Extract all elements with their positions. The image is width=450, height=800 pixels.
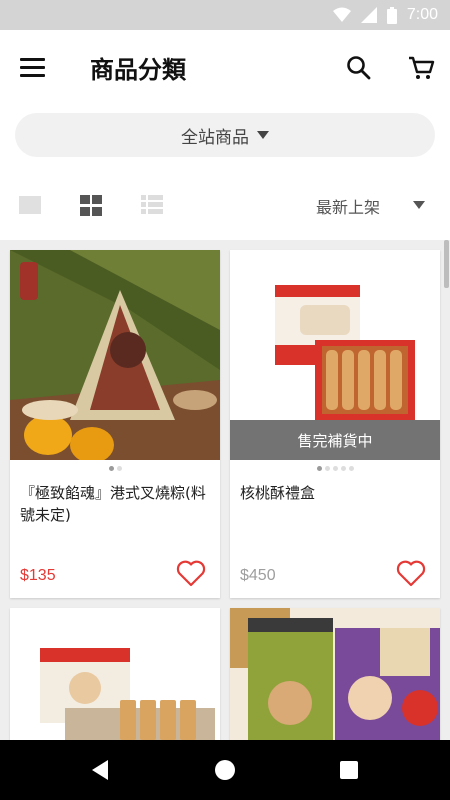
product-name[interactable]: 核桃酥禮盒 (240, 482, 432, 504)
status-time: 7:00 (406, 6, 438, 23)
sold-out-banner: 售完補貨中 (230, 420, 440, 460)
caret-down-icon[interactable] (413, 201, 425, 209)
page-title: 商品分類 (90, 56, 186, 84)
battery-icon (386, 6, 397, 24)
status-bar: 7:00 (0, 0, 450, 30)
product-name[interactable]: 『極致餡魂』港式叉燒粽(料號未定) (20, 482, 212, 526)
product-price: $135 (20, 567, 56, 584)
single-view-icon[interactable] (19, 194, 43, 216)
back-icon[interactable] (90, 759, 110, 781)
home-icon[interactable] (215, 760, 235, 780)
scrollbar[interactable] (444, 240, 449, 288)
search-icon[interactable] (345, 54, 373, 82)
view-toolbar: 最新上架 (0, 180, 450, 230)
product-image[interactable] (10, 250, 220, 460)
caret-down-icon (257, 131, 269, 139)
list-view-icon[interactable] (141, 194, 165, 216)
signal-icon (360, 7, 377, 23)
system-navigation-bar (0, 740, 450, 800)
product-image[interactable] (230, 608, 440, 740)
heart-icon[interactable] (396, 559, 426, 587)
category-filter-label: 全站商品 (181, 127, 249, 148)
image-carousel-dots (10, 466, 220, 471)
menu-icon[interactable] (20, 52, 50, 82)
product-price: $450 (240, 567, 276, 584)
product-card[interactable]: 售完補貨中 核桃酥禮盒 $450 (230, 250, 440, 598)
category-filter-dropdown[interactable]: 全站商品 (15, 113, 435, 157)
wifi-icon (332, 7, 351, 22)
product-card[interactable] (10, 608, 220, 740)
product-image[interactable] (10, 608, 220, 740)
heart-icon[interactable] (176, 559, 206, 587)
sort-dropdown[interactable]: 最新上架 (316, 194, 380, 218)
image-carousel-dots (230, 466, 440, 471)
cart-icon[interactable] (406, 52, 436, 82)
grid-view-icon[interactable] (80, 194, 104, 216)
product-grid: 『極致餡魂』港式叉燒粽(料號未定) $135 售完補貨中 核桃酥禮盒 $450 (0, 240, 450, 740)
app-bar: 商品分類 (0, 30, 450, 104)
product-card[interactable]: 『極致餡魂』港式叉燒粽(料號未定) $135 (10, 250, 220, 598)
recent-apps-icon[interactable] (340, 761, 358, 779)
product-card[interactable] (230, 608, 440, 740)
product-image[interactable]: 售完補貨中 (230, 250, 440, 460)
